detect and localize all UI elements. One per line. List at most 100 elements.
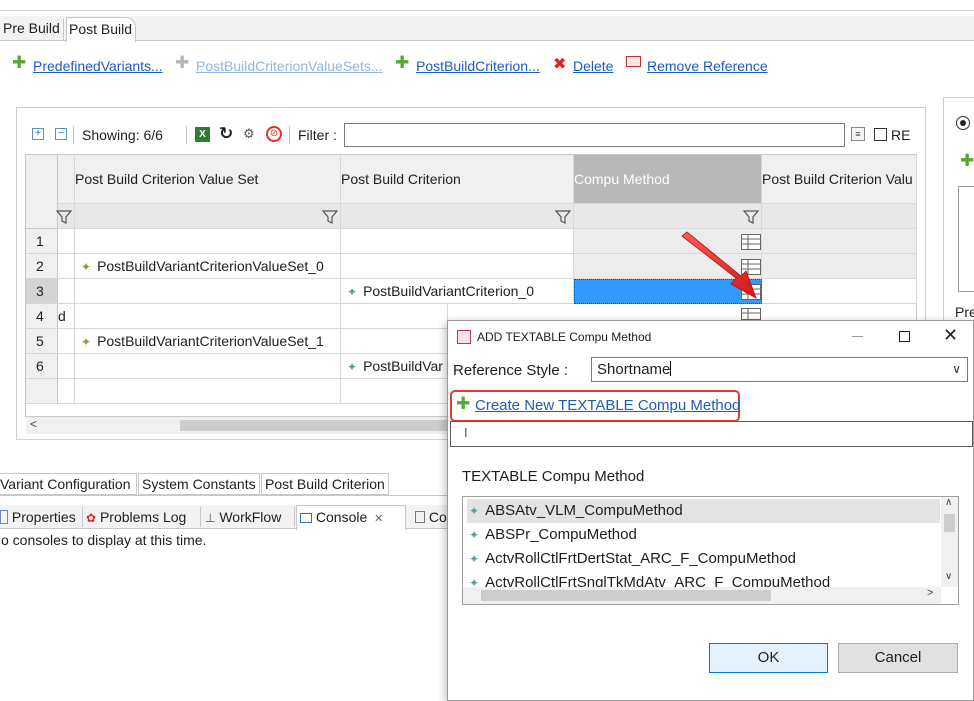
table-cell[interactable]: [341, 329, 448, 354]
search-input[interactable]: [450, 421, 973, 447]
criterion-value-sets-link[interactable]: PostBuildCriterionValueSets...: [196, 58, 383, 74]
list-item[interactable]: ✦ ActvRollCtlFrtDertStat_ARC_F_CompuMetho…: [469, 547, 796, 571]
row-number[interactable]: 2: [26, 254, 58, 279]
add-icon-disabled: ✚: [175, 53, 190, 72]
post-build-criterion-link[interactable]: PostBuildCriterion...: [416, 58, 540, 74]
row-number[interactable]: 4: [26, 304, 58, 329]
tab-problems-log[interactable]: ✿ Problems Log: [86, 507, 186, 527]
table-cell[interactable]: [58, 329, 75, 354]
table-cell[interactable]: ✦ PostBuildVar: [341, 354, 448, 379]
minimize-icon[interactable]: [852, 336, 863, 337]
create-new-compu-method-link[interactable]: Create New TEXTABLE Compu Method: [475, 397, 740, 414]
clear-filter-icon[interactable]: ⊘: [266, 126, 282, 142]
close-icon[interactable]: ✕: [374, 513, 383, 525]
row-number[interactable]: 6: [26, 354, 58, 379]
value-set-name: PostBuildVariantCriterionValueSet_1: [97, 333, 324, 349]
row-number[interactable]: 5: [26, 329, 58, 354]
tab-post-build-criterion[interactable]: Post Build Criterion: [261, 473, 389, 495]
criterion-name: PostBuildVar: [363, 358, 443, 374]
ok-button[interactable]: OK: [709, 643, 828, 673]
expand-all-icon[interactable]: +: [32, 128, 44, 140]
table-cell[interactable]: [762, 229, 917, 254]
column-header-label: Compu Method: [574, 171, 670, 187]
filter-input[interactable]: [344, 123, 845, 147]
table-cell[interactable]: ✦ PostBuildVariantCriterionValueSet_0: [75, 254, 341, 279]
tab-co[interactable]: Co: [415, 507, 447, 527]
table-cell[interactable]: [75, 279, 341, 304]
tab-console[interactable]: Console ✕: [296, 505, 406, 530]
tab-post-build[interactable]: Post Build: [66, 17, 136, 42]
table-cell[interactable]: d: [58, 304, 75, 329]
table-cell[interactable]: [58, 354, 75, 379]
criterion-name: PostBuildVariantCriterion_0: [363, 283, 535, 299]
table-cell[interactable]: [75, 229, 341, 254]
tab-separator: [82, 507, 83, 527]
reference-style-value: Shortname: [597, 361, 671, 378]
chevron-down-icon[interactable]: ∨: [952, 358, 961, 381]
app-icon: [457, 330, 471, 344]
list-item[interactable]: ✦ ABSPr_CompuMethod: [469, 523, 637, 547]
list-horizontal-thumb[interactable]: [481, 590, 771, 601]
column-header-value-set[interactable]: Post Build Criterion Value Set: [75, 155, 341, 204]
add-icon: ✚: [395, 53, 410, 72]
compu-method-icon: ✦: [469, 504, 480, 518]
filter-cell: [762, 204, 917, 229]
predefined-variants-link[interactable]: PredefinedVariants...: [33, 58, 163, 74]
table-cell[interactable]: [75, 304, 341, 329]
value-set-name: PostBuildVariantCriterionValueSet_0: [97, 258, 324, 274]
collapse-all-icon[interactable]: −: [55, 128, 67, 140]
filter-options-icon[interactable]: ≡: [851, 127, 865, 141]
table-cell[interactable]: [762, 254, 917, 279]
table-cell[interactable]: [58, 254, 75, 279]
delete-link[interactable]: Delete: [573, 58, 613, 74]
filter-funnel-icon[interactable]: [322, 210, 338, 224]
scroll-up-arrow[interactable]: ∧: [945, 497, 952, 508]
tab-pre-build[interactable]: Pre Build: [0, 18, 64, 40]
table-cell[interactable]: [341, 229, 574, 254]
column-header-criterion-value[interactable]: Post Build Criterion Valu: [762, 155, 917, 204]
cancel-button[interactable]: Cancel: [838, 643, 958, 673]
tab-properties[interactable]: Properties: [0, 507, 76, 527]
table-cell[interactable]: [341, 304, 448, 329]
remove-reference-link[interactable]: Remove Reference: [647, 58, 768, 74]
add-icon[interactable]: ✚: [960, 152, 974, 169]
row-number[interactable]: 3: [26, 279, 58, 304]
excel-export-icon[interactable]: X: [195, 127, 210, 142]
tab-workflow[interactable]: ⊥ WorkFlow: [205, 507, 281, 527]
table-cell[interactable]: [58, 279, 75, 304]
close-icon[interactable]: ✕: [943, 325, 958, 346]
compu-method-list[interactable]: ✦ ABSAtv_VLM_CompuMethod ✦ ABSPr_CompuMeth…: [462, 496, 959, 605]
filter-funnel-icon[interactable]: [743, 210, 759, 224]
refresh-icon[interactable]: ↻: [219, 124, 233, 144]
table-cell[interactable]: [75, 354, 341, 379]
settings-icon[interactable]: ⚙: [243, 126, 255, 142]
regex-checkbox[interactable]: [874, 128, 887, 141]
maximize-icon[interactable]: [899, 331, 910, 342]
list-item[interactable]: ✦ ABSAtv_VLM_CompuMethod: [469, 499, 683, 523]
tab-separator: [200, 507, 201, 527]
scroll-down-arrow[interactable]: ∨: [945, 571, 952, 582]
add-icon: ✚: [12, 53, 27, 72]
scrollbar-thumb[interactable]: [180, 420, 448, 431]
table-icon[interactable]: [741, 308, 761, 320]
table-cell[interactable]: ✦ PostBuildVariantCriterionValueSet_1: [75, 329, 341, 354]
column-header-compu-method[interactable]: Compu Method: [574, 155, 762, 204]
table-cell[interactable]: [762, 279, 917, 304]
filter-funnel-icon[interactable]: [555, 210, 571, 224]
tab-label: Problems Log: [99, 509, 187, 525]
tab-system-constants[interactable]: System Constants: [138, 473, 260, 495]
column-header-criterion[interactable]: Post Build Criterion: [341, 155, 574, 204]
list-item-label: ABSAtv_VLM_CompuMethod: [485, 502, 683, 519]
table-cell[interactable]: [341, 254, 574, 279]
table-cell[interactable]: ✦ PostBuildVariantCriterion_0: [341, 279, 574, 304]
tab-variant-configuration[interactable]: Variant Configuration: [0, 473, 137, 495]
scroll-right-arrow[interactable]: >: [927, 587, 933, 599]
delete-icon: ✖: [553, 56, 567, 73]
row-number[interactable]: 1: [26, 229, 58, 254]
filter-funnel-icon[interactable]: [56, 210, 72, 224]
tab-label: Co: [428, 509, 447, 525]
table-cell[interactable]: [58, 229, 75, 254]
scroll-left-arrow[interactable]: <: [30, 417, 37, 431]
vertical-scrollbar-thumb[interactable]: [944, 514, 955, 532]
reference-style-select[interactable]: Shortname ∨: [591, 357, 968, 382]
